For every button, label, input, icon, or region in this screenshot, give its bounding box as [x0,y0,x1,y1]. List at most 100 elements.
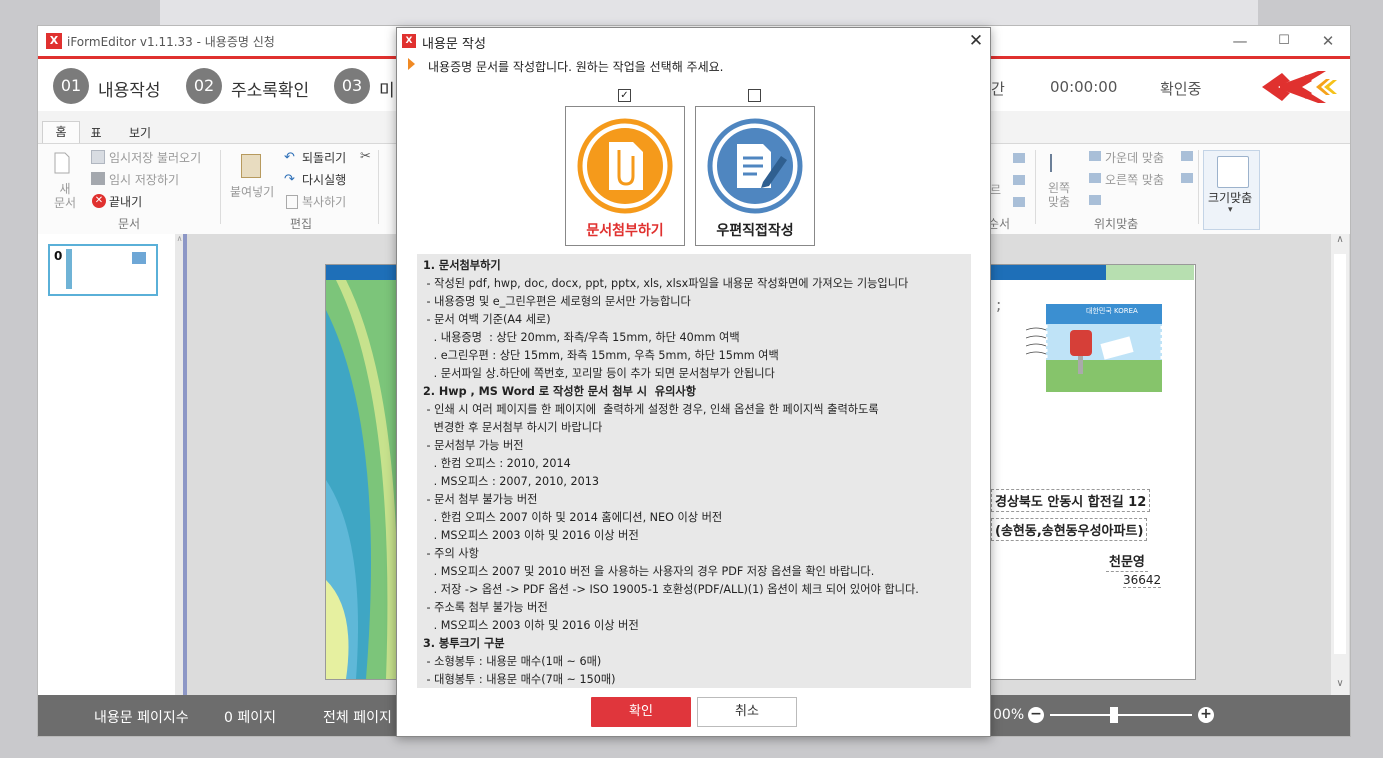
step-3-number[interactable]: 03 [334,68,370,104]
redo-button[interactable]: 다시실행 [302,171,346,188]
group-separator [378,150,379,224]
info-line: . 저장 -> 옵션 -> PDF 옵션 -> ISO 19005-1 호환성(… [423,583,919,596]
write-content-dialog: X 내용문 작성 ✕ 내용증명 문서를 작성합니다. 원하는 작업을 선택해 주… [396,27,991,737]
fit-size-button[interactable]: 크기맞춤 ▾ [1203,150,1260,230]
fit-size-dropdown-icon: ▾ [1228,205,1233,215]
desktop-strip [160,0,1258,25]
exit-button[interactable]: 끝내기 [109,193,142,210]
group-label-document: 문서 [118,217,141,231]
align-right-button[interactable]: 오른쪽 맞춤 [1105,171,1164,188]
attach-document-icon [577,118,673,214]
recipient-name[interactable]: 천문영 [1106,550,1148,572]
maximize-button[interactable]: ☐ [1270,30,1298,52]
align-top-icon[interactable] [1089,195,1101,205]
bring-front-icon[interactable] [1013,153,1025,163]
paste-button[interactable]: 붙여넣기 [230,183,274,200]
page-count-label: 내용문 페이지수 [94,710,189,726]
write-mail-checkbox[interactable] [748,89,761,102]
tab-table[interactable]: 표 [82,123,110,143]
align-center-icon [1089,151,1101,161]
document-scrollbar[interactable]: ∧ ∨ [1331,234,1349,695]
write-mail-icon [707,118,803,214]
cancel-button[interactable]: 취소 [697,697,797,727]
page-decoration [326,280,406,679]
order-icon[interactable] [1013,197,1025,207]
info-panel: 1. 문서첨부하기 - 작성된 pdf, hwp, doc, docx, ppt… [417,254,971,688]
temp-load-icon [91,150,105,164]
zoom-slider[interactable] [1050,714,1192,716]
copy-button[interactable]: 복사하기 [302,193,346,210]
tab-home[interactable]: 홈 [42,121,80,144]
stamp-text: 대한민국 KOREA [1086,307,1138,315]
undo-icon: ↶ [284,150,295,165]
instruction-arrow-icon [408,58,415,70]
page-thumbnail[interactable]: 0 [48,244,158,296]
send-back-icon[interactable] [1013,175,1025,185]
zoom-out-button[interactable]: − [1028,707,1044,723]
confirm-button[interactable]: 확인 [591,697,691,727]
info-line: - 문서 첨부 불가능 버전 [423,493,538,506]
step-3-label[interactable]: 미 [379,76,395,101]
zoom-in-button[interactable]: + [1198,707,1214,723]
thumbnail-page-number: 0 [54,249,63,263]
align-center-button[interactable]: 가운데 맞춤 [1105,149,1164,166]
thumbnail-graphic [66,249,72,289]
step-2-label[interactable]: 주소록확인 [231,76,309,101]
align-left-icon [1050,154,1076,172]
brand-logo-icon [1262,71,1337,103]
temp-load-button[interactable]: 임시저장 불러오기 [109,149,201,166]
temp-save-button[interactable]: 임시 저장하기 [109,171,179,188]
undo-button[interactable]: 되돌리기 [302,149,346,166]
step-1-number[interactable]: 01 [53,68,89,104]
zoom-slider-thumb[interactable] [1110,707,1118,723]
window-title: iFormEditor v1.11.33 - 내용증명 신청 [67,35,275,49]
info-line: . MS오피스 : 2007, 2010, 2013 [423,475,599,488]
info-line: - 내용증명 및 e_그린우편은 세로형의 문서만 가능합니다 [423,295,691,308]
distribute-v-icon[interactable] [1181,173,1193,183]
dialog-instruction: 내용증명 문서를 작성합니다. 원하는 작업을 선택해 주세요. [428,60,724,74]
align-left-button[interactable]: 왼쪽 맞춤 [1048,181,1070,209]
new-document-icon [54,152,70,174]
distribute-h-icon[interactable] [1181,151,1193,161]
align-right-icon [1089,173,1101,183]
info-line: . MS오피스 2003 이하 및 2016 이상 버전 [423,619,639,632]
cut-icon: ✂ [360,149,371,164]
group-separator [1198,150,1199,224]
info-line: . 문서파일 상.하단에 쪽번호, 꼬리말 등이 추가 되면 문서첨부가 안됩니… [423,367,775,380]
info-line: 2. Hwp , MS Word 로 작성한 문서 첨부 시 유의사항 [423,385,696,398]
attach-document-checkbox[interactable]: ✓ [618,89,631,102]
step-1-label[interactable]: 내용작성 [98,76,161,101]
info-line: . 내용증명 : 상단 20mm, 좌측/우측 15mm, 하단 40mm 여백 [423,331,740,344]
fit-size-icon [1217,156,1249,188]
scroll-up-icon[interactable]: ∧ [1331,234,1349,250]
info-line: . 한컴 오피스 : 2010, 2014 [423,457,571,470]
group-label-position: 위치맞춤 [1094,217,1139,231]
postal-code[interactable]: 36642 [1123,573,1162,588]
new-document-label[interactable]: 새 문서 [52,182,78,210]
write-mail-option[interactable]: 우편직접작성 [695,106,815,246]
copy-icon [286,195,298,209]
info-line: - 인쇄 시 여러 페이지를 한 페이지에 출력하게 설정한 경우, 인쇄 옵션… [423,403,879,416]
address-line-1[interactable]: 경상북도 안동시 합전길 12 [991,489,1151,512]
minimize-button[interactable]: — [1226,30,1254,52]
page-header-green [1106,265,1194,280]
zoom-value: 00% [993,707,1025,723]
address-line-2[interactable]: (송현동,송현동우성아파트) [991,518,1148,541]
dialog-title: 내용문 작성 [422,37,486,52]
new-document-button[interactable] [54,152,78,182]
dialog-close-button[interactable]: ✕ [964,30,988,52]
page-count-value: 0 페이지 [224,710,276,726]
order-label-partial: 르 [990,183,1002,197]
info-line: - 대형봉투 : 내용문 매수(7매 ~ 150매) [423,673,616,686]
info-line: - 주의 사항 [423,547,479,560]
thumbnail-stamp [132,252,146,264]
scroll-thumb[interactable] [1334,254,1346,654]
group-separator [1035,150,1036,224]
window-close-button[interactable]: ✕ [1314,30,1342,52]
dialog-logo-icon: X [402,34,416,48]
attach-document-option[interactable]: 문서첨부하기 [565,106,685,246]
step-2-number[interactable]: 02 [186,68,222,104]
tab-view[interactable]: 보기 [120,123,160,143]
scroll-down-icon[interactable]: ∨ [1331,678,1349,694]
write-mail-label: 우편직접작성 [716,223,794,239]
